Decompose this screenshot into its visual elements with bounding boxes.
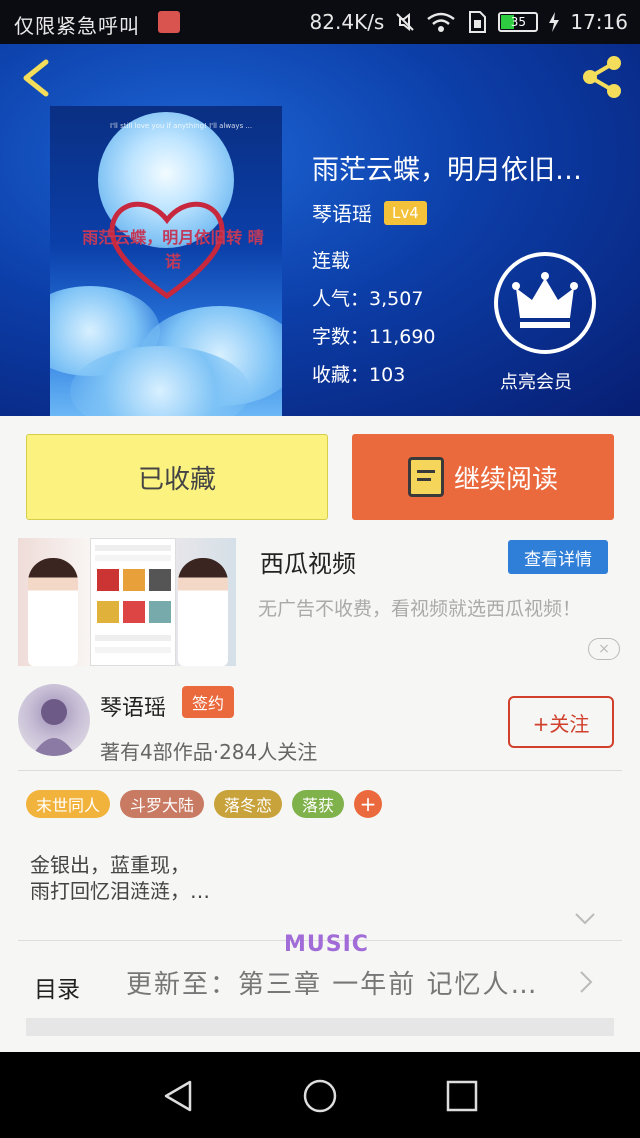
crown-icon: [512, 272, 578, 328]
ad-phone-image: [90, 538, 176, 666]
emergency-call-text: 仅限紧急呼叫: [14, 14, 140, 38]
close-ad-icon[interactable]: ×: [588, 638, 620, 660]
ad-person-image: [28, 558, 78, 666]
tag[interactable]: 末世同人: [26, 790, 111, 818]
continue-reading-label: 继续阅读: [453, 464, 558, 495]
system-nav-bar: [0, 1052, 640, 1138]
add-tag-button[interactable]: +: [354, 790, 383, 818]
clock: 17:16: [570, 10, 628, 34]
popularity-row: 人气：3,507: [312, 288, 424, 310]
popularity-value: 3,507: [369, 288, 424, 310]
book-cover[interactable]: I'll still love you if anything! I'll al…: [50, 106, 282, 416]
vip-button[interactable]: [494, 252, 596, 354]
word-count-value: 11,690: [369, 326, 436, 348]
book-author[interactable]: 琴语瑶: [312, 198, 372, 227]
ad-image[interactable]: [18, 538, 236, 666]
notification-icon: [158, 11, 180, 33]
back-arrow-icon[interactable]: [18, 58, 52, 98]
collected-button[interactable]: 已收藏: [26, 434, 328, 520]
tag-list: 末世同人 斗罗大陆 落冬恋 落获 +: [26, 790, 383, 818]
chevron-right-icon[interactable]: [578, 970, 594, 994]
ad-title: 西瓜视频: [260, 550, 356, 578]
share-icon[interactable]: [578, 52, 626, 102]
intro-line: 雨打回忆泪涟涟，…: [30, 879, 210, 903]
follow-button[interactable]: +关注: [508, 696, 614, 748]
divider: [18, 770, 622, 771]
tag[interactable]: 落获: [292, 790, 345, 818]
catalog-label[interactable]: 目录: [34, 970, 80, 1004]
favorites-value: 103: [369, 364, 406, 386]
home-circle-icon[interactable]: [300, 1076, 340, 1116]
status-bar: 仅限紧急呼叫 82.4K/s 35 17:16: [0, 0, 640, 44]
latest-chapter[interactable]: 更新至：第三章 一年前 记忆人…: [126, 964, 566, 1001]
author-name[interactable]: 琴语瑶: [100, 690, 166, 722]
charging-icon: [549, 12, 560, 32]
tag[interactable]: 斗罗大陆: [120, 790, 205, 818]
cover-title-text: 雨茫云蝶，明月依旧转 晴诺: [82, 228, 264, 271]
book-title: 雨茫云蝶，明月依旧…: [312, 155, 582, 186]
intro-line: 金银出，蓝重现，: [30, 853, 190, 877]
author-avatar[interactable]: [18, 684, 90, 756]
book-status: 连载: [312, 250, 351, 272]
book-intro[interactable]: 金银出，蓝重现， 雨打回忆泪涟涟，…: [30, 852, 590, 904]
view-details-button[interactable]: 查看详情: [508, 540, 608, 574]
recent-apps-icon[interactable]: [442, 1076, 482, 1116]
signed-badge: 签约: [182, 686, 234, 718]
vip-label[interactable]: 点亮会员: [500, 368, 572, 394]
tag[interactable]: 落冬恋: [214, 790, 283, 818]
mute-icon: [396, 12, 415, 32]
favorites-row: 收藏：103: [312, 364, 406, 386]
continue-reading-button[interactable]: 继续阅读: [352, 434, 614, 520]
author-stats: 著有4部作品·284人关注: [100, 740, 318, 764]
battery-icon: 35: [498, 12, 539, 32]
footer-bar: [26, 1018, 614, 1036]
word-count-row: 字数：11,690: [312, 326, 436, 348]
wifi-icon: [427, 12, 456, 32]
back-triangle-icon[interactable]: [158, 1076, 198, 1116]
chevron-down-icon[interactable]: [574, 912, 596, 926]
music-overlay-text: MUSIC: [284, 932, 369, 957]
sim-icon: [469, 11, 487, 33]
cover-tiny-text: I'll still love you if anything! I'll al…: [110, 122, 253, 130]
ad-person-image: [178, 558, 228, 666]
ad-description: 无广告不收费，看视频就选西瓜视频！: [258, 598, 582, 620]
book-icon: [407, 457, 444, 497]
net-speed: 82.4K/s: [309, 10, 385, 34]
level-badge: Lv4: [384, 200, 427, 225]
